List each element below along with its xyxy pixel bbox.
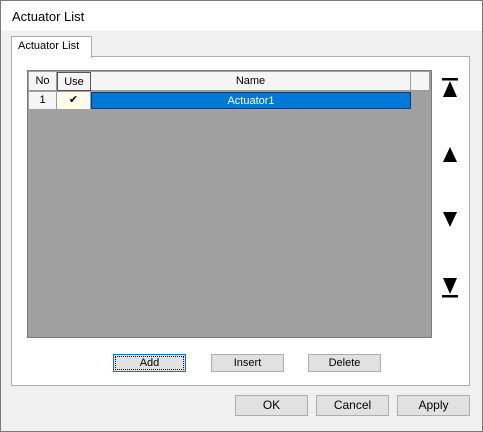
window-title: Actuator List bbox=[12, 9, 85, 24]
move-to-top-icon bbox=[442, 78, 458, 97]
tab-panel: No Use Name 1 ✔ Actuator1 Add Insert Del… bbox=[11, 56, 470, 386]
tab-label: Actuator List bbox=[18, 40, 80, 52]
tab-actuator-list[interactable]: Actuator List bbox=[11, 36, 92, 58]
use-checkbox[interactable]: ✔ bbox=[57, 92, 91, 109]
move-top-button[interactable] bbox=[440, 75, 460, 101]
column-header-no[interactable]: No bbox=[29, 72, 57, 91]
actuator-list-dialog: Actuator List Actuator List No Use Name … bbox=[0, 0, 483, 432]
move-up-button[interactable] bbox=[440, 142, 460, 168]
move-bottom-button[interactable] bbox=[440, 275, 460, 301]
apply-button[interactable]: Apply bbox=[397, 395, 470, 416]
row-name-cell[interactable]: Actuator1 bbox=[91, 92, 411, 109]
move-to-bottom-icon bbox=[442, 278, 458, 298]
column-header-use[interactable]: Use bbox=[57, 72, 91, 91]
cancel-button[interactable]: Cancel bbox=[316, 395, 389, 416]
insert-button[interactable]: Insert bbox=[211, 354, 284, 372]
title-bar: Actuator List bbox=[1, 1, 482, 31]
move-down-icon bbox=[443, 212, 457, 227]
delete-button[interactable]: Delete bbox=[308, 354, 381, 372]
column-header-name[interactable]: Name bbox=[91, 72, 411, 91]
ok-button[interactable]: OK bbox=[235, 395, 308, 416]
actuator-grid[interactable]: No Use Name 1 ✔ Actuator1 bbox=[27, 70, 432, 338]
column-header-filler bbox=[411, 72, 430, 91]
move-up-icon bbox=[443, 147, 457, 162]
add-button[interactable]: Add bbox=[113, 354, 186, 372]
check-icon: ✔ bbox=[68, 94, 79, 106]
row-no-cell: 1 bbox=[29, 92, 57, 109]
move-down-button[interactable] bbox=[440, 207, 460, 233]
